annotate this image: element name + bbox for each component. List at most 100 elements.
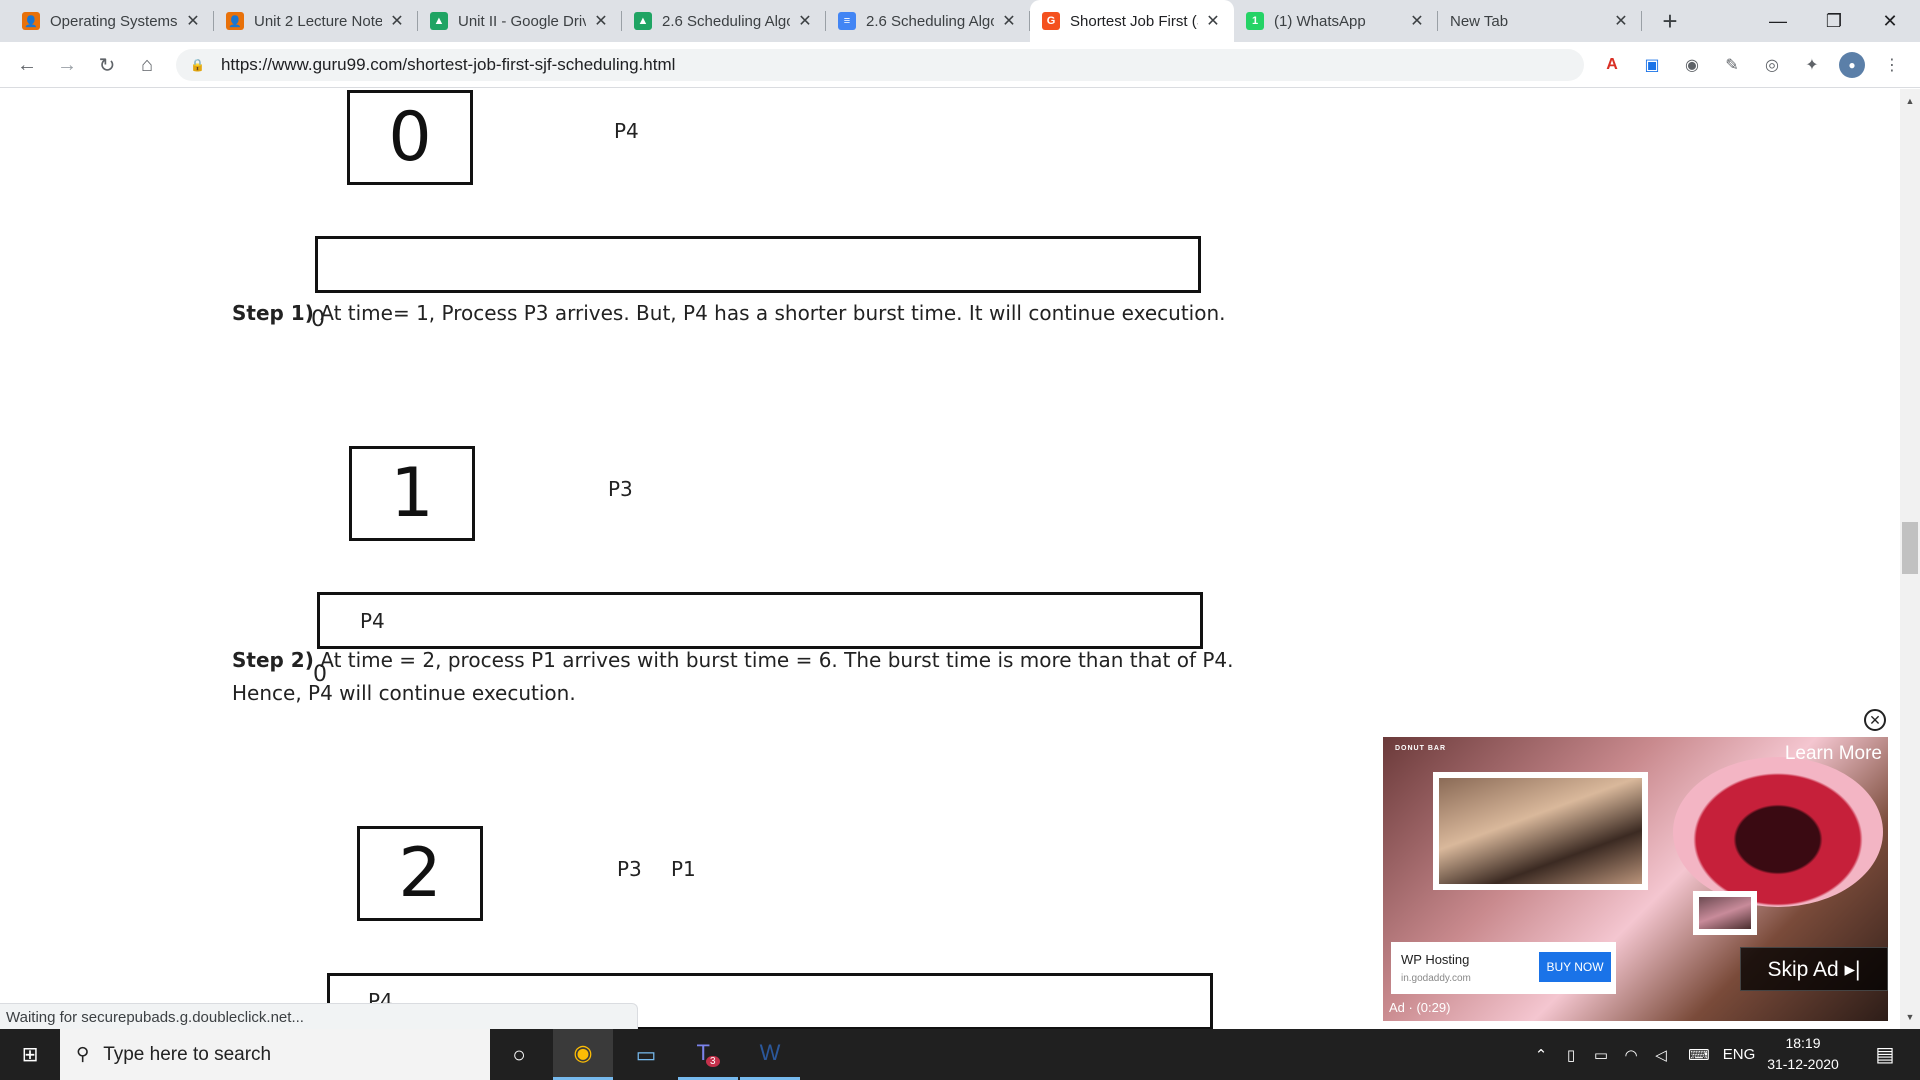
gantt-bar-label: P4 [360,609,385,633]
ad-photo [1693,891,1757,935]
tab-close-icon[interactable]: ✕ [388,12,406,30]
clock-time: 18:19 [1785,1035,1821,1051]
tab-favicon-icon: ▲ [430,12,448,30]
windows-start-icon[interactable]: ⊞ [0,1029,60,1080]
time-box: 0 [347,90,473,185]
tab-separator [1641,11,1642,31]
browser-tab[interactable]: 👤 Unit 2 Lecture Notes ✕ [214,0,418,42]
tab-close-icon[interactable]: ✕ [1612,12,1630,30]
windows-taskbar: ⊞ ⚲ Type here to search ○ ◉ ▭ T3 W ⌃ ▯ ▭… [0,1029,1920,1080]
volume-icon[interactable]: ◁ [1648,1029,1674,1080]
back-icon[interactable]: ← [12,50,42,80]
ready-queue-label: P3 [617,857,642,881]
extensions-puzzle-icon[interactable]: ✦ [1799,52,1825,78]
ad-photo [1433,772,1648,890]
scroll-thumb[interactable] [1902,522,1918,574]
close-window-button[interactable]: ✕ [1862,0,1918,42]
file-explorer-icon[interactable]: ▭ [616,1029,676,1080]
tab-close-icon[interactable]: ✕ [1408,12,1426,30]
forward-icon[interactable]: → [52,50,82,80]
chrome-taskbar-icon[interactable]: ◉ [553,1029,613,1080]
screen-extension-icon[interactable]: ▣ [1639,52,1665,78]
time-box: 1 [349,446,475,541]
step-label: Step 1) [232,301,314,325]
battery-icon[interactable]: ▭ [1588,1029,1614,1080]
page-scrollbar[interactable]: ▲ ▼ [1900,89,1920,1029]
browser-tab[interactable]: 👤 Operating Systems ✕ [10,0,214,42]
step-2-text: Step 2) At time = 2, process P1 arrives … [232,644,1292,710]
reload-icon[interactable]: ↻ [92,50,122,80]
tab-close-icon[interactable]: ✕ [796,12,814,30]
ready-queue-label: P4 [614,119,639,143]
gantt-bar [315,236,1201,293]
browser-tab-strip: 👤 Operating Systems ✕ 👤 Unit 2 Lecture Notes… [0,0,1920,42]
keyboard-icon[interactable]: ⌨ [1682,1029,1716,1080]
step-1-text: Step 1) At time= 1, Process P3 arrives. … [232,297,1292,330]
teams-badge: 3 [705,1055,720,1067]
word-taskbar-icon[interactable]: W [740,1029,800,1080]
tab-favicon-icon: G [1042,12,1060,30]
skip-ad-button[interactable]: Skip Ad ▸| [1740,947,1888,991]
tray-overflow-chevron-icon[interactable]: ⌃ [1528,1029,1554,1080]
step-label: Step 2) [232,648,314,672]
tab-title: 2.6 Scheduling Algorithms [866,12,994,30]
notification-center-icon[interactable]: ▤ [1860,1029,1910,1080]
status-bubble: Waiting for securepubads.g.doubleclick.n… [0,1003,638,1031]
teams-taskbar-icon[interactable]: T3 [678,1029,738,1080]
ready-queue-label: P1 [671,857,696,881]
clock-date: 31-12-2020 [1767,1056,1839,1072]
tab-title: Shortest Job First (SJF) [1070,12,1198,30]
taskbar-clock[interactable]: 18:19 31-12-2020 [1760,1033,1846,1075]
buy-now-button[interactable]: BUY NOW [1539,952,1611,982]
ad-card-title: WP Hosting [1401,951,1470,967]
tab-favicon-icon: ▲ [634,12,652,30]
tab-favicon-icon: 1 [1246,12,1264,30]
tab-title: New Tab [1450,12,1509,30]
tab-close-icon[interactable]: ✕ [1000,12,1018,30]
browser-toolbar: ← → ↻ ⌂ 🔒 https://www.guru99.com/shortes… [0,42,1920,88]
address-bar[interactable]: 🔒 https://www.guru99.com/shortest-job-fi… [176,49,1584,81]
search-placeholder: Type here to search [103,1043,272,1065]
taskbar-search-box[interactable]: ⚲ Type here to search [60,1029,490,1080]
browser-tab[interactable]: ≡ 2.6 Scheduling Algorithms ✕ [826,0,1030,42]
sync-extension-icon[interactable]: ◎ [1759,52,1785,78]
ad-lips-graphic [1673,757,1883,907]
acrobat-extension-icon[interactable]: A [1599,52,1625,78]
ad-close-icon[interactable]: ✕ [1864,709,1886,731]
tab-close-icon[interactable]: ✕ [184,12,202,30]
browser-tab[interactable]: New Tab ✕ [1438,0,1642,42]
tray-device-icon[interactable]: ▯ [1558,1029,1584,1080]
tab-title: 2.6 Scheduling Algorithms [662,12,790,30]
video-ad[interactable]: DONUT BAR Learn More WP Hosting in.godad… [1383,737,1888,1021]
tab-close-icon[interactable]: ✕ [1204,12,1222,30]
learn-more-link[interactable]: Learn More [1785,743,1882,765]
search-icon: ⚲ [76,1044,90,1064]
tab-title: Unit 2 Lecture Notes [254,12,382,30]
restore-button[interactable]: ❐ [1806,0,1862,42]
eyedropper-extension-icon[interactable]: ✎ [1719,52,1745,78]
ad-timer: Ad · (0:29) [1389,1000,1451,1015]
home-icon[interactable]: ⌂ [132,50,162,80]
menu-kebab-icon[interactable]: ⋮ [1879,52,1905,78]
url-text: https://www.guru99.com/shortest-job-firs… [220,55,676,74]
browser-tab[interactable]: 1 (1) WhatsApp ✕ [1234,0,1438,42]
scroll-up-arrow-icon[interactable]: ▲ [1900,93,1920,109]
profile-avatar[interactable]: ● [1839,52,1865,78]
browser-tab[interactable]: ▲ Unit II - Google Drive ✕ [418,0,622,42]
new-tab-button[interactable]: + [1655,6,1685,36]
tab-title: Unit II - Google Drive [458,12,586,30]
browser-tab[interactable]: ▲ 2.6 Scheduling Algorithms ✕ [622,0,826,42]
step-body: At time= 1, Process P3 arrives. But, P4 … [313,301,1226,325]
camera-extension-icon[interactable]: ◉ [1679,52,1705,78]
browser-tab[interactable]: G Shortest Job First (SJF) ✕ [1030,0,1234,42]
wifi-icon[interactable]: ◠ [1618,1029,1644,1080]
ready-queue-label: P3 [608,477,633,501]
scroll-down-arrow-icon[interactable]: ▼ [1900,1009,1920,1025]
cortana-icon[interactable]: ○ [489,1029,549,1080]
lock-icon: 🔒 [190,58,205,72]
tab-title: (1) WhatsApp [1274,12,1366,30]
tab-close-icon[interactable]: ✕ [592,12,610,30]
ad-card[interactable]: WP Hosting in.godaddy.com BUY NOW [1391,942,1616,994]
input-language[interactable]: ENG [1720,1029,1758,1080]
minimize-button[interactable]: — [1750,0,1806,42]
